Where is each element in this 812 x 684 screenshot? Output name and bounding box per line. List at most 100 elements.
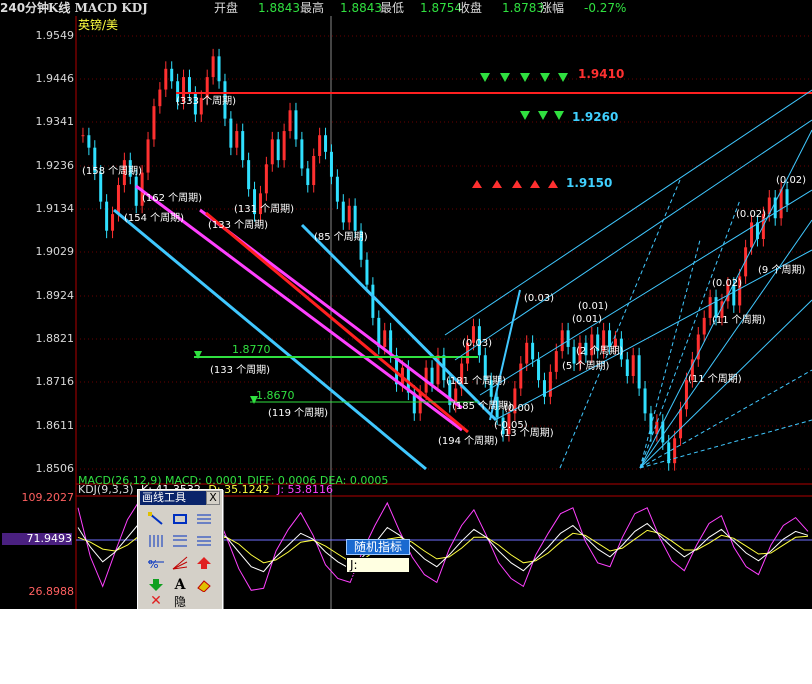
buy-arrows bbox=[472, 180, 558, 188]
percent-tool-icon[interactable]: % bbox=[146, 554, 166, 572]
fib-tool-icon[interactable] bbox=[170, 532, 190, 550]
candle-body bbox=[276, 139, 280, 161]
fan-tool-icon[interactable] bbox=[170, 554, 190, 572]
kdj-tick: 109.2027 bbox=[21, 491, 75, 504]
symbol-label: 英镑/美 bbox=[78, 18, 119, 32]
candle-body bbox=[785, 189, 789, 205]
level-cyan-label: 1.9260 bbox=[572, 110, 619, 124]
up-arrow-tool-icon[interactable] bbox=[194, 554, 214, 572]
tooltip-value: J: 53.8116 bbox=[346, 557, 410, 586]
candle-body bbox=[247, 160, 251, 190]
period-label: (9 个周期) bbox=[758, 265, 806, 276]
gann-tool-icon[interactable] bbox=[194, 532, 214, 550]
candle-body bbox=[383, 330, 387, 347]
period-label: (2 个周期) bbox=[576, 346, 624, 357]
period-label: (11 个周期) bbox=[688, 374, 742, 385]
period-label: (5 个周期) bbox=[562, 361, 610, 372]
period-label: (131 个周期) bbox=[234, 204, 295, 215]
value-label: (0.02) bbox=[776, 175, 807, 186]
price-chart[interactable] bbox=[0, 0, 812, 609]
rectangle-tool-icon[interactable] bbox=[170, 510, 190, 528]
candle-body bbox=[335, 176, 339, 202]
period-label: (11 个周期) bbox=[712, 315, 766, 326]
level-cyan2-label: 1.9150 bbox=[566, 176, 613, 190]
candle-body bbox=[264, 164, 268, 194]
candle-body bbox=[116, 185, 120, 215]
candle-body bbox=[566, 330, 570, 347]
candle-body bbox=[81, 135, 85, 137]
candle-body bbox=[282, 131, 286, 161]
toolbox-close-button[interactable]: X bbox=[206, 491, 220, 505]
value-label: (0.00) bbox=[504, 403, 535, 414]
hide-tool-icon[interactable]: 隐 bbox=[170, 592, 190, 609]
candle-body bbox=[152, 106, 156, 140]
candle-body bbox=[341, 201, 345, 223]
candle-body bbox=[371, 284, 375, 318]
level-green1-label: 1.8770 bbox=[232, 343, 271, 356]
candle-body bbox=[241, 131, 245, 161]
value-label: (0.01) bbox=[572, 314, 603, 325]
toolbox-title[interactable]: 画线工具 bbox=[140, 491, 208, 505]
value-label: (0.02) bbox=[736, 209, 767, 220]
period-label: (181 个周期) bbox=[446, 376, 507, 387]
value-label: (-0.05) bbox=[494, 420, 528, 431]
candle-body bbox=[87, 135, 91, 148]
candle-body bbox=[306, 168, 310, 186]
period-label: (85 个周期) bbox=[314, 232, 368, 243]
candle-body bbox=[643, 388, 647, 414]
value-label: (0.03) bbox=[462, 338, 493, 349]
delete-tool-icon[interactable]: ✕ bbox=[146, 592, 166, 609]
candle-body bbox=[525, 342, 529, 364]
candle-body bbox=[631, 355, 635, 377]
period-label: (133 个周期) bbox=[210, 365, 271, 376]
kdj-label: KDJ(9,3,3) bbox=[78, 483, 134, 496]
descending-channels[interactable] bbox=[113, 184, 498, 471]
candle-body bbox=[329, 151, 333, 177]
period-label: (194 个周期) bbox=[438, 436, 499, 447]
kdj-j: J: 53.8116 bbox=[277, 483, 334, 496]
line-tool-icon[interactable] bbox=[146, 510, 166, 528]
candle-body bbox=[105, 201, 109, 231]
candle-body bbox=[158, 89, 162, 107]
candle-body bbox=[300, 139, 304, 169]
candle-body bbox=[288, 110, 292, 132]
value-label: (0.01) bbox=[578, 301, 609, 312]
drawing-toolbox[interactable]: 画线工具 X % A ✕ 隐 bbox=[137, 489, 223, 609]
tooltip-title: 随机指标 bbox=[346, 539, 410, 555]
candle-body bbox=[637, 355, 641, 389]
candle-body bbox=[312, 155, 316, 186]
candle-body bbox=[365, 259, 369, 285]
indicator-tooltip: 随机指标 J: 53.8116 bbox=[346, 539, 410, 586]
candle-body bbox=[430, 367, 434, 385]
eraser-tool-icon[interactable] bbox=[194, 576, 214, 594]
kdj-tick-current: 71.9493 bbox=[2, 533, 72, 545]
candle-body bbox=[170, 68, 174, 82]
period-label: (158 个周期) bbox=[82, 166, 143, 177]
candle-body bbox=[235, 131, 239, 148]
parallel-lines-icon[interactable] bbox=[194, 510, 214, 528]
candle-body bbox=[679, 409, 683, 439]
candle-body bbox=[229, 118, 233, 148]
candle-body bbox=[554, 351, 558, 372]
candle-body bbox=[702, 317, 706, 335]
candle-body bbox=[217, 56, 221, 82]
cycle-lines-icon[interactable] bbox=[146, 532, 166, 550]
candle-body bbox=[519, 363, 523, 389]
candle-body bbox=[673, 438, 677, 464]
level-green2-label: 1.8670 bbox=[256, 389, 295, 402]
period-label: (119 个周期) bbox=[268, 408, 329, 419]
candle-body bbox=[134, 176, 138, 206]
forex-chart-window: 240分钟 K线 MACD KDJ 开盘 1.8843 最高 1.8843 最低… bbox=[0, 0, 812, 609]
candle-body bbox=[111, 214, 115, 231]
candle-body bbox=[548, 371, 552, 397]
candle-body bbox=[353, 205, 357, 231]
candle-body bbox=[270, 139, 274, 165]
level-red-label: 1.9410 bbox=[578, 67, 625, 81]
candle-body bbox=[294, 110, 298, 140]
candle-body bbox=[347, 205, 351, 223]
candle-body bbox=[318, 135, 322, 156]
candle-body bbox=[146, 139, 150, 173]
candle-body bbox=[560, 330, 564, 352]
value-label: (0.02) bbox=[712, 278, 743, 289]
svg-text:%: % bbox=[148, 558, 158, 570]
